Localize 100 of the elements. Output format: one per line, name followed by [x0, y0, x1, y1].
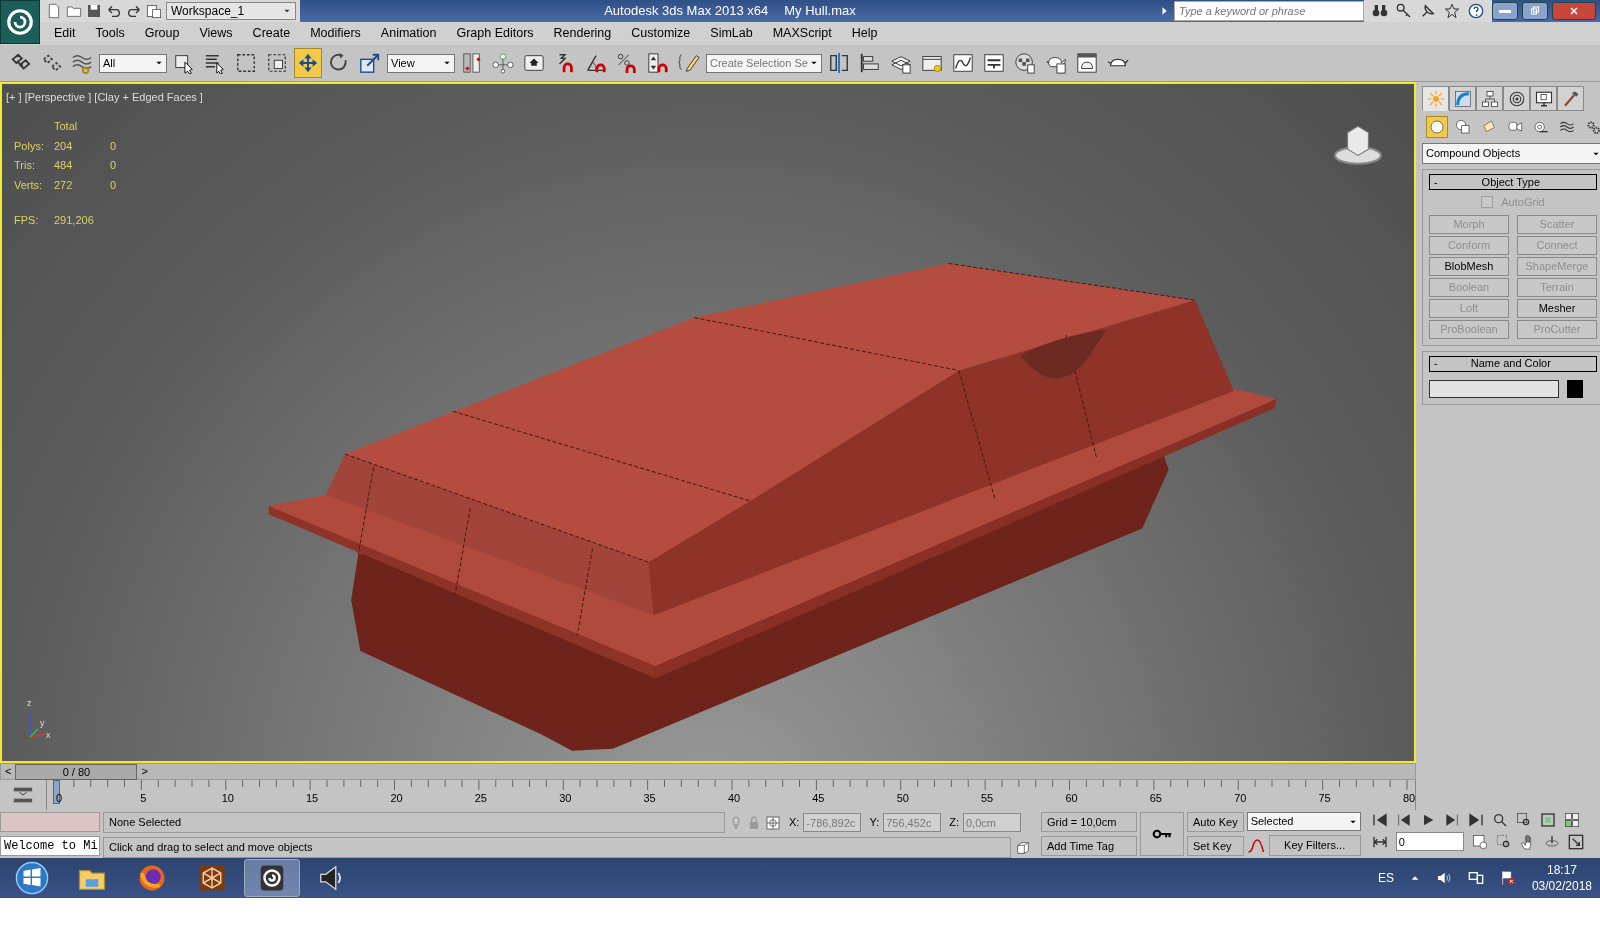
sphere-icon[interactable] [1429, 119, 1445, 135]
time-prev-button[interactable]: < [1, 763, 16, 780]
mirror-icon[interactable] [828, 52, 850, 74]
search-field[interactable]: Type a keyword or phrase [1174, 1, 1364, 21]
rollout-header[interactable]: - Name and Color [1429, 355, 1597, 372]
schematic-icon[interactable] [983, 52, 1005, 74]
node-icon[interactable] [492, 52, 514, 74]
minimize-button[interactable] [1492, 2, 1518, 20]
zoom-extents-icon[interactable] [1539, 812, 1556, 828]
frame-field[interactable]: 0 [1395, 832, 1464, 851]
go-to-start-icon[interactable] [1371, 812, 1388, 828]
monitor-icon[interactable] [1534, 89, 1553, 108]
redo-icon[interactable] [126, 3, 142, 19]
target-icon[interactable] [1507, 89, 1526, 108]
object-type-button[interactable]: Mesher [1517, 298, 1597, 318]
pencil-icon[interactable] [678, 52, 700, 74]
object-type-button[interactable]: BlobMesh [1429, 256, 1509, 276]
menu-item[interactable]: Rendering [543, 24, 622, 43]
dashed-rectangle-icon[interactable] [235, 52, 257, 74]
dropdown[interactable]: All [99, 53, 167, 73]
menu-item[interactable]: Modifiers [300, 24, 371, 43]
add-time-tag-button[interactable]: Add Time Tag [1041, 836, 1137, 856]
maximize-viewport-icon[interactable] [1567, 833, 1584, 850]
percent-snap-icon[interactable] [616, 52, 638, 74]
camera-icon[interactable] [1507, 119, 1523, 135]
time-slider-thumb[interactable]: 0 / 80 [15, 763, 138, 780]
undo-icon[interactable] [106, 3, 122, 19]
app-logo-icon[interactable] [0, 0, 40, 44]
wave-link-icon[interactable] [71, 52, 93, 74]
zoom-all-icon[interactable] [1515, 812, 1532, 828]
auto-key-button[interactable]: Auto Key [1187, 812, 1244, 832]
category-dropdown[interactable]: Compound Objects [1422, 143, 1600, 164]
clock-date[interactable]: 03/02/2018 [1531, 878, 1592, 894]
key-mode-dropdown[interactable]: Selected [1246, 812, 1361, 831]
tangent-curve-icon[interactable] [1246, 836, 1265, 855]
save-icon[interactable] [86, 3, 102, 19]
broken-link-icon[interactable] [40, 52, 62, 74]
volume-icon[interactable] [1435, 870, 1452, 886]
zoom-icon[interactable] [1491, 812, 1508, 828]
restore-button[interactable] [1522, 2, 1548, 20]
tape-icon[interactable] [1533, 119, 1549, 135]
rollout-header[interactable]: - Object Type [1429, 174, 1597, 190]
viewport[interactable]: [+ ] [Perspective ] [Clay + Edged Faces ] Total Polys: 204 0 Tris: 484 0 Verts: 272 0 FPS: 291,206 z y x [0, 82, 1416, 763]
named-selection-dropdown[interactable]: Create Selection Se [706, 53, 822, 73]
curve-editor-icon[interactable] [952, 52, 974, 74]
timeline-ruler[interactable]: 0 5 10 15 20 25 30 35 40 45 50 55 60 65 70 75 80 [46, 780, 1416, 810]
transform-mode-icon[interactable] [765, 814, 781, 831]
menu-item[interactable]: MAXScript [762, 24, 842, 43]
go-to-end-icon[interactable] [1467, 812, 1484, 828]
network-icon[interactable] [1467, 870, 1484, 886]
flag-alert-icon[interactable] [1499, 870, 1516, 886]
menu-item[interactable]: Edit [44, 24, 86, 43]
hierarchy-icon[interactable] [1480, 89, 1499, 108]
wireframe-cube-icon[interactable] [197, 863, 227, 893]
clock-time[interactable]: 18:17 [1531, 862, 1592, 878]
align-icon[interactable] [859, 52, 881, 74]
upload-button-icon[interactable] [523, 52, 545, 74]
zoom-region-icon[interactable] [1495, 833, 1512, 850]
menu-item[interactable]: Animation [370, 24, 447, 43]
move-icon[interactable] [297, 52, 319, 74]
bend-icon[interactable] [1453, 89, 1472, 108]
key-icon[interactable] [1396, 3, 1412, 19]
workspace-dropdown[interactable]: Workspace_1 [166, 2, 296, 20]
star-icon[interactable] [1444, 3, 1460, 19]
select-cursor-icon[interactable] [173, 52, 195, 74]
menu-item[interactable]: Views [189, 24, 243, 43]
menu-item[interactable]: Group [134, 24, 190, 43]
menu-item[interactable]: Help [841, 24, 888, 43]
open-folder-icon[interactable] [66, 3, 82, 19]
scale-icon[interactable] [359, 52, 381, 74]
project-folder-icon[interactable] [146, 3, 162, 19]
language-indicator[interactable]: ES [1377, 869, 1394, 887]
listener-input[interactable]: Welcome to Mi [0, 836, 100, 856]
dropdown[interactable]: View [387, 53, 455, 73]
menu-item[interactable]: Create [242, 24, 301, 43]
spotlight-icon[interactable] [1481, 119, 1497, 135]
menu-item[interactable]: SimLab [700, 24, 763, 43]
spinner-snap-icon[interactable] [647, 52, 669, 74]
binoculars-icon[interactable] [1372, 3, 1388, 19]
satellite-icon[interactable] [1420, 3, 1436, 19]
render-window-icon[interactable] [1076, 52, 1098, 74]
hull-model-drawing[interactable] [268, 262, 1277, 751]
isolate-selection-icon[interactable] [1015, 839, 1031, 856]
use-center-icon[interactable] [461, 52, 483, 74]
key-button[interactable] [1140, 812, 1184, 856]
menu-item[interactable]: Customize [621, 24, 701, 43]
window-crossing-icon[interactable] [266, 52, 288, 74]
list-cursor-icon[interactable] [204, 52, 226, 74]
menu-item[interactable]: Graph Editors [446, 24, 544, 43]
checker-sphere-icon[interactable] [1014, 52, 1036, 74]
color-swatch[interactable] [1567, 379, 1583, 398]
set-key-button[interactable]: Set Key [1187, 836, 1244, 856]
render-time-icon[interactable] [1471, 833, 1488, 850]
previous-frame-icon[interactable] [1395, 812, 1412, 828]
help-icon[interactable] [1468, 3, 1484, 19]
gears-icon[interactable] [1585, 119, 1600, 135]
next-frame-icon[interactable] [1443, 812, 1460, 828]
waves-icon[interactable] [1559, 119, 1575, 135]
close-button[interactable] [1552, 2, 1596, 20]
key-filters-button[interactable]: Key Filters... [1268, 835, 1361, 856]
